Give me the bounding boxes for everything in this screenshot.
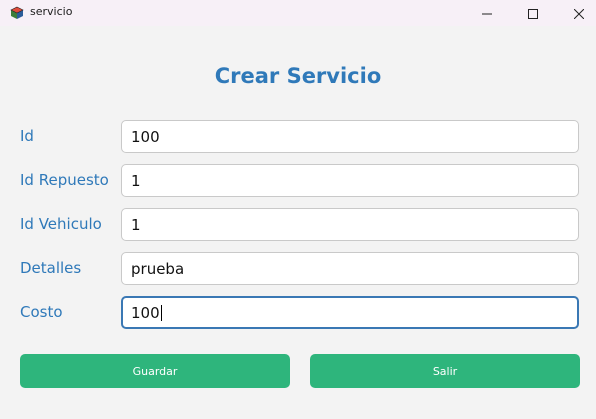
costo-label: Costo	[20, 303, 63, 321]
costo-field[interactable]: 100	[121, 296, 579, 329]
id-repuesto-label: Id Repuesto	[20, 171, 109, 189]
detalles-field[interactable]	[121, 252, 579, 285]
maximize-icon	[528, 4, 538, 23]
window-title: servicio	[30, 5, 73, 18]
salir-button[interactable]: Salir	[310, 354, 580, 388]
id-vehiculo-label: Id Vehiculo	[20, 215, 102, 233]
close-button[interactable]	[556, 0, 596, 26]
detalles-label: Detalles	[20, 259, 82, 277]
guardar-button[interactable]: Guardar	[20, 354, 290, 388]
costo-value: 100	[131, 303, 160, 322]
id-repuesto-field[interactable]	[121, 164, 579, 197]
id-label: Id	[20, 127, 34, 145]
minimize-icon	[482, 4, 492, 23]
maximize-button[interactable]	[510, 0, 556, 26]
app-cube-icon	[10, 5, 24, 19]
app-window: servicio Crear Servicio Id Id Repuesto I…	[0, 0, 596, 419]
close-icon	[573, 4, 585, 23]
id-vehiculo-field[interactable]	[121, 208, 579, 241]
form-heading: Crear Servicio	[214, 64, 382, 88]
minimize-button[interactable]	[464, 0, 510, 26]
text-caret	[160, 304, 162, 321]
title-bar[interactable]: servicio	[0, 0, 596, 26]
id-field[interactable]	[121, 120, 579, 153]
